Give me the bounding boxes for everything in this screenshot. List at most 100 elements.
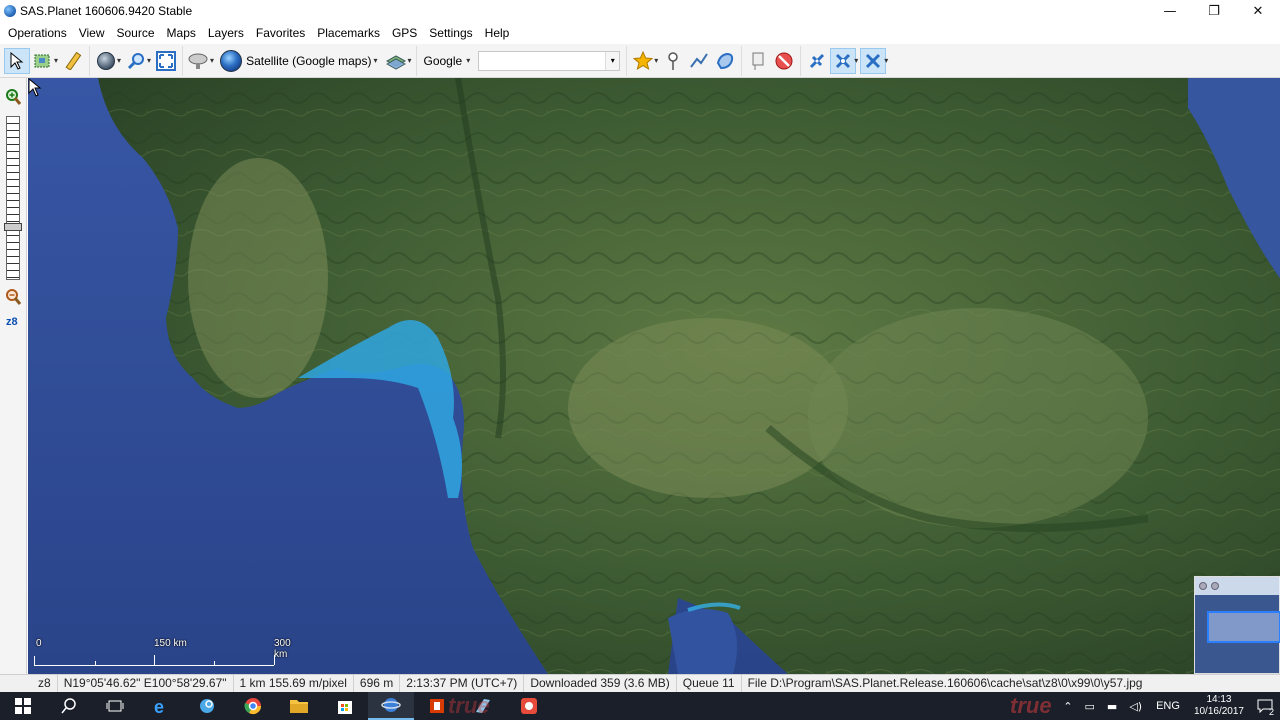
satellite-dish-icon <box>188 53 208 69</box>
status-queue: Queue 11 <box>675 674 741 693</box>
mini-map-header <box>1195 577 1280 595</box>
mini-map-minus-button[interactable] <box>1211 582 1219 590</box>
search-input[interactable]: ▾ <box>478 50 621 71</box>
gps-connect-button[interactable] <box>804 48 830 74</box>
search-button[interactable] <box>46 692 92 720</box>
windows-taskbar: e true true ⌃ ▭ ▬ ◁) ENG 14:13 10/16/201… <box>0 692 1280 720</box>
taskbar-sasplanet[interactable] <box>368 692 414 720</box>
fullscreen-button[interactable] <box>153 48 179 74</box>
taskbar-internet-explorer[interactable] <box>184 692 230 720</box>
mini-map-plus-button[interactable] <box>1199 582 1207 590</box>
watermark-logo-faint: true <box>448 693 490 718</box>
map-source-dropdown-arrow: ▾ <box>373 56 378 65</box>
close-button[interactable]: ✕ <box>1236 0 1280 22</box>
start-button[interactable] <box>0 692 46 720</box>
globe-dropdown-arrow[interactable]: ▾ <box>117 56 121 65</box>
taskbar-file-explorer[interactable] <box>276 692 322 720</box>
source-dropdown-arrow[interactable]: ▾ <box>210 56 214 65</box>
add-polygon-button[interactable] <box>712 48 738 74</box>
menu-layers[interactable]: Layers <box>202 22 250 44</box>
toolbar-group-gps: ▾ ▾ <box>800 45 893 76</box>
status-downloaded: Downloaded 359 (3.6 MB) <box>523 674 675 693</box>
hide-placemarks-button[interactable] <box>771 48 797 74</box>
mini-map[interactable] <box>1194 576 1280 674</box>
gps-track-button[interactable] <box>830 47 857 74</box>
zoom-out-button[interactable] <box>3 288 23 308</box>
taskbar-app-red[interactable] <box>506 692 552 720</box>
zoom-out-icon <box>6 289 22 305</box>
ruler-icon <box>65 51 82 70</box>
search-icon <box>61 698 76 714</box>
tray-language[interactable]: ENG <box>1148 700 1188 712</box>
taskbar-store[interactable] <box>322 692 368 720</box>
maximize-button[interactable]: ❐ <box>1192 0 1236 22</box>
taskbar-chrome[interactable] <box>230 692 276 720</box>
search-history-dropdown[interactable]: ▾ <box>605 51 620 70</box>
app-globe-icon <box>4 5 16 17</box>
favorites-dropdown-arrow[interactable]: ▾ <box>654 56 658 65</box>
office-icon <box>430 699 444 713</box>
gps-track-dropdown-arrow[interactable]: ▾ <box>854 56 858 65</box>
star-icon <box>633 50 654 70</box>
area-select-icon <box>34 54 50 67</box>
search-engine-dropdown-arrow[interactable]: ▾ <box>466 56 470 65</box>
mini-map-viewport[interactable] <box>1207 611 1280 643</box>
menu-gps[interactable]: GPS <box>386 22 423 44</box>
task-view-button[interactable] <box>92 692 138 720</box>
search-engine-selector[interactable]: Google <box>423 54 462 68</box>
zoom-in-button[interactable] <box>3 88 23 108</box>
selection-area-button[interactable] <box>30 48 56 74</box>
globe-search-icon <box>200 699 214 713</box>
search-group: Google ▾ ▾ <box>416 45 626 76</box>
notification-count: 2 <box>1268 707 1274 717</box>
menu-placemarks[interactable]: Placemarks <box>311 22 386 44</box>
menu-maps[interactable]: Maps <box>161 22 202 44</box>
path-icon <box>690 52 709 68</box>
sasplanet-icon <box>381 698 401 712</box>
zoom-tool-button[interactable] <box>123 48 149 74</box>
source-button[interactable] <box>186 48 212 74</box>
menu-help[interactable]: Help <box>479 22 516 44</box>
tray-chevron-up-icon[interactable]: ⌃ <box>1057 700 1078 713</box>
ruler-button[interactable] <box>60 48 86 74</box>
globe-button[interactable] <box>93 48 119 74</box>
main-toolbar: ▾ ▾ ▾ ▾ Satellite (Google maps) ▾ ▾ Goog… <box>0 44 1280 78</box>
layers-button[interactable] <box>383 48 409 74</box>
record-icon <box>521 698 537 714</box>
zoom-slider-thumb[interactable] <box>4 223 22 231</box>
show-placemarks-button[interactable] <box>745 48 771 74</box>
zoom-slider-track[interactable] <box>6 116 20 280</box>
gps-center-dropdown-arrow[interactable]: ▾ <box>884 56 888 65</box>
tray-network-icon[interactable]: ▭ <box>1079 700 1101 713</box>
favorites-button[interactable] <box>630 48 656 74</box>
status-time: 2:13:37 PM (UTC+7) <box>399 674 523 693</box>
menu-view[interactable]: View <box>73 22 111 44</box>
globe-icon <box>97 51 116 70</box>
add-placemark-button[interactable] <box>660 48 686 74</box>
pin-icon <box>668 51 678 70</box>
minimize-button[interactable]: — <box>1148 0 1192 22</box>
scale-tick <box>154 655 155 665</box>
menu-favorites[interactable]: Favorites <box>250 22 311 44</box>
taskbar-edge[interactable]: e <box>138 692 184 720</box>
map-source-selector[interactable]: Satellite (Google maps) ▾ <box>216 48 383 74</box>
gps-center-button[interactable] <box>860 47 887 74</box>
action-center-button[interactable]: 2 <box>1250 692 1280 720</box>
zoom-dropdown-arrow[interactable]: ▾ <box>147 56 151 65</box>
status-resolution: 1 km 155.69 m/pixel <box>232 674 353 693</box>
earth-icon <box>220 49 243 72</box>
add-path-button[interactable] <box>686 48 712 74</box>
layers-dropdown-arrow[interactable]: ▾ <box>407 56 411 65</box>
status-coordinates: N19°05'46.62" E100°58'29.67" <box>56 674 233 693</box>
menu-source[interactable]: Source <box>111 22 161 44</box>
menu-settings[interactable]: Settings <box>423 22 478 44</box>
menu-operations[interactable]: Operations <box>2 22 73 44</box>
tray-volume-icon[interactable]: ◁) <box>1123 700 1148 713</box>
tray-battery-icon[interactable]: ▬ <box>1101 700 1123 713</box>
task-view-icon <box>106 700 124 712</box>
select-pointer-button[interactable] <box>4 47 30 74</box>
toolbar-group-source: ▾ Satellite (Google maps) ▾ ▾ <box>182 45 416 76</box>
map-view[interactable]: 0 150 km 300 km <box>28 78 1280 674</box>
selection-dropdown-arrow[interactable]: ▾ <box>54 56 58 65</box>
tray-clock[interactable]: 14:13 10/16/2017 <box>1188 694 1250 718</box>
